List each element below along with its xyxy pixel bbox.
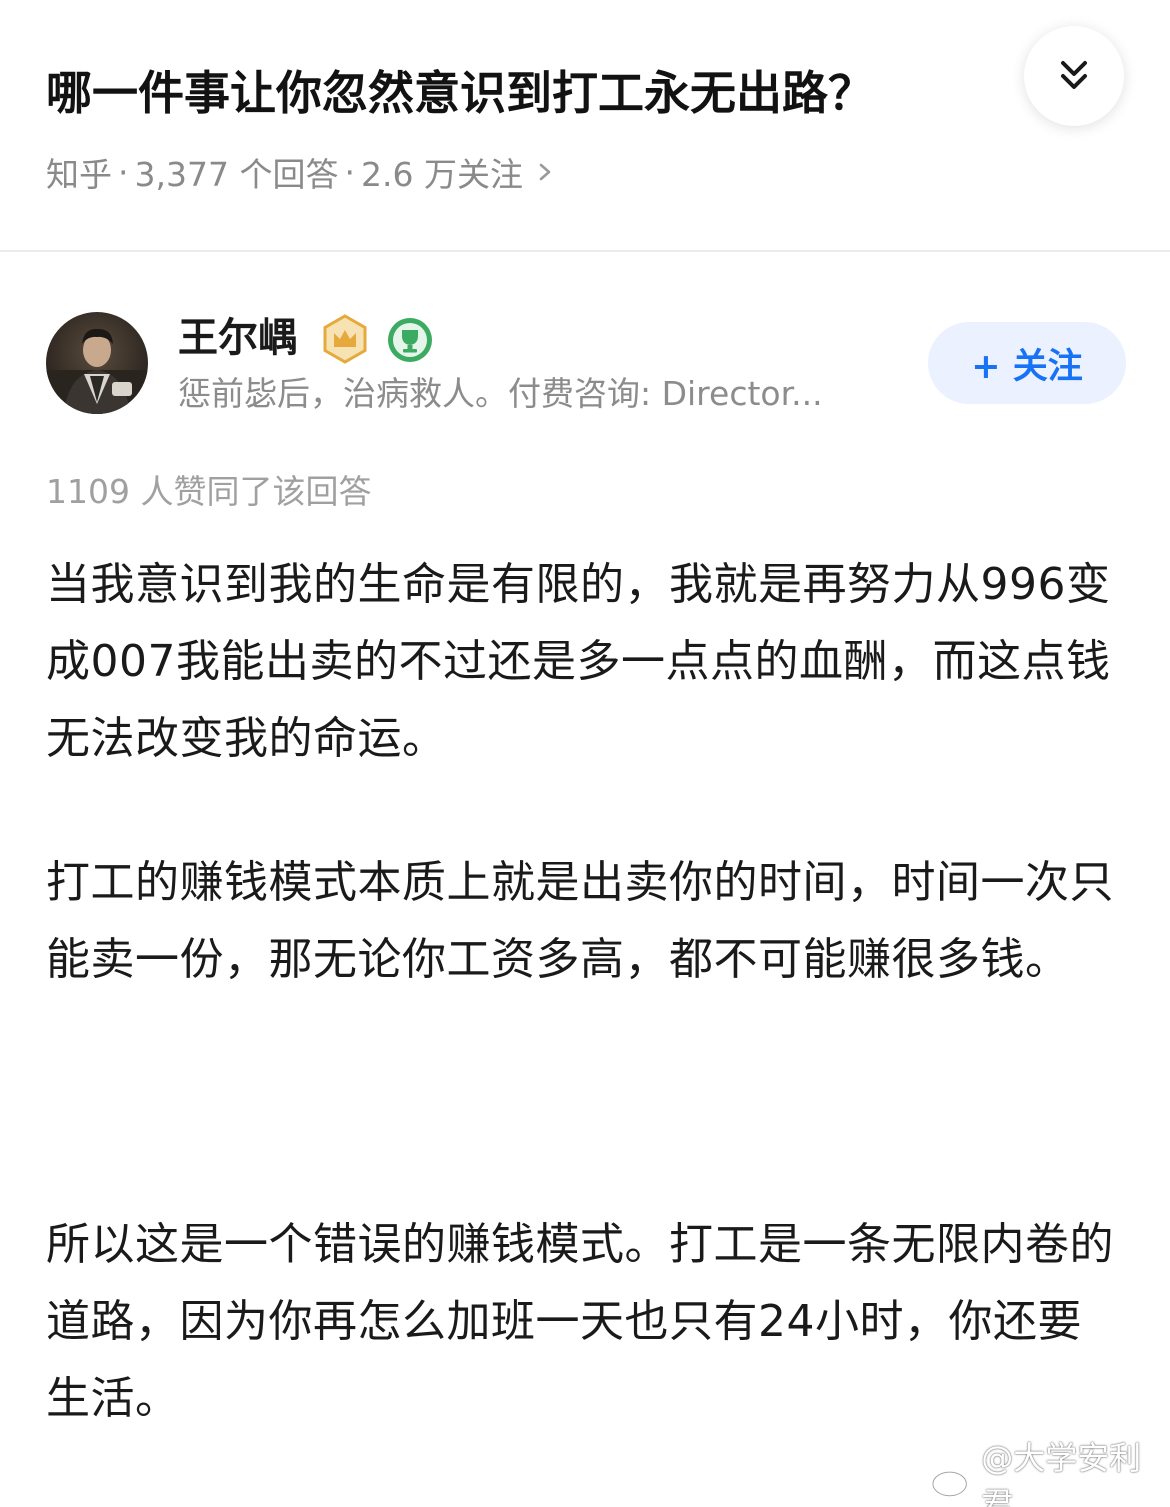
answer-paragraph: 当我意识到我的生命是有限的，我就是再努力从996变成007我能出卖的不过还是多一…: [46, 559, 1111, 764]
meta-answer-count: 3,377 个回答: [134, 155, 339, 194]
answer-page: 哪一件事让你忽然意识到打工永无出路？ 知乎 · 3,377 个回答 · 2.6 …: [0, 0, 1170, 1507]
question-title[interactable]: 哪一件事让你忽然意识到打工永无出路？: [46, 58, 1016, 128]
collapse-button[interactable]: [1024, 26, 1124, 126]
author-bio: 惩前毖后，治病救人。付费咨询: Director...: [178, 374, 823, 413]
double-chevron-down-icon: [1061, 61, 1087, 89]
answer-paragraph: 打工的赚钱模式本质上就是出卖你的时间，时间一次只能卖一份，那无论你工资多高，都不…: [46, 857, 1114, 985]
weibo-icon: [931, 1463, 972, 1498]
avatar[interactable]: [46, 312, 148, 414]
chevron-right-icon: [535, 159, 555, 185]
meta-separator: ·: [118, 152, 129, 192]
answer-paragraph: 所以这是一个错误的赚钱模式。打工是一条无限内卷的道路，因为你再怎么加班一天也只有…: [46, 1219, 1114, 1424]
watermark-text: @大学安利君: [981, 1439, 1142, 1507]
meta-separator: ·: [344, 152, 355, 192]
follow-button[interactable]: + 关注: [928, 322, 1126, 404]
crown-badge-icon[interactable]: [320, 314, 370, 364]
question-header: 哪一件事让你忽然意识到打工永无出路？ 知乎 · 3,377 个回答 · 2.6 …: [0, 0, 1170, 252]
upvote-count: 1109 人赞同了该回答: [46, 472, 372, 511]
question-meta[interactable]: 知乎 · 3,377 个回答 · 2.6 万关注: [46, 146, 555, 198]
watermark: @大学安利君: [930, 1439, 1170, 1507]
trophy-badge-icon[interactable]: [386, 316, 434, 364]
author-name[interactable]: 王尔嵎: [178, 310, 298, 366]
header-divider: [0, 250, 1170, 252]
meta-source: 知乎: [46, 155, 112, 194]
meta-follower-count: 2.6 万关注: [360, 155, 523, 194]
